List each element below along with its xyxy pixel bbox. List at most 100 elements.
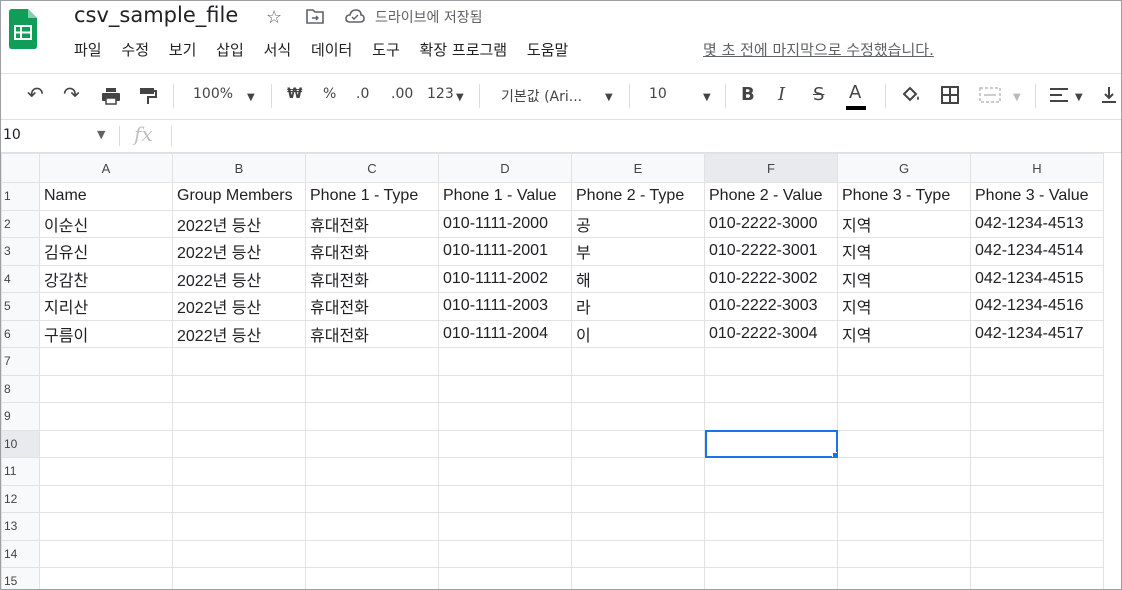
cell-f4[interactable]: 010-2222-3002 bbox=[704, 264, 838, 293]
cell-d12[interactable] bbox=[438, 484, 572, 513]
cell-d1[interactable]: Phone 1 - Value bbox=[438, 182, 572, 211]
cell-c14[interactable] bbox=[305, 539, 439, 568]
cell-b13[interactable] bbox=[172, 512, 306, 541]
cell-d15[interactable] bbox=[438, 567, 572, 589]
cell-e2[interactable]: 공 bbox=[571, 209, 705, 238]
cell-e4[interactable]: 해 bbox=[571, 264, 705, 293]
cell-f2[interactable]: 010-2222-3000 bbox=[704, 209, 838, 238]
cloud-saved-icon[interactable] bbox=[345, 9, 365, 23]
column-header-g[interactable]: G bbox=[837, 153, 971, 183]
cell-b12[interactable] bbox=[172, 484, 306, 513]
chevron-down-icon[interactable]: ▼ bbox=[703, 92, 711, 103]
cell-a6[interactable]: 구름이 bbox=[39, 319, 173, 348]
cell-a4[interactable]: 강감찬 bbox=[39, 264, 173, 293]
cell-e10[interactable] bbox=[571, 429, 705, 458]
cell-g12[interactable] bbox=[837, 484, 971, 513]
column-header-h[interactable]: H bbox=[970, 153, 1104, 183]
name-box[interactable]: 10 bbox=[3, 127, 21, 143]
cell-a8[interactable] bbox=[39, 374, 173, 403]
cell-e1[interactable]: Phone 2 - Type bbox=[571, 182, 705, 211]
cell-f8[interactable] bbox=[704, 374, 838, 403]
fill-color-icon[interactable] bbox=[901, 85, 921, 105]
cell-b1[interactable]: Group Members bbox=[172, 182, 306, 211]
cell-h8[interactable] bbox=[970, 374, 1104, 403]
chevron-down-icon[interactable]: ▼ bbox=[456, 92, 464, 103]
cell-c2[interactable]: 휴대전화 bbox=[305, 209, 439, 238]
cell-d13[interactable] bbox=[438, 512, 572, 541]
cell-e7[interactable] bbox=[571, 347, 705, 376]
row-header[interactable]: 9 bbox=[1, 402, 40, 431]
row-header[interactable]: 1 bbox=[1, 182, 40, 211]
row-header[interactable]: 2 bbox=[1, 209, 40, 238]
cell-e15[interactable] bbox=[571, 567, 705, 589]
cell-b4[interactable]: 2022년 등산 bbox=[172, 264, 306, 293]
cell-h6[interactable]: 042-1234-4517 bbox=[970, 319, 1104, 348]
row-header[interactable]: 7 bbox=[1, 347, 40, 376]
cell-a15[interactable] bbox=[39, 567, 173, 589]
cell-b11[interactable] bbox=[172, 457, 306, 486]
row-header[interactable]: 13 bbox=[1, 512, 40, 541]
cell-c15[interactable] bbox=[305, 567, 439, 589]
print-icon[interactable] bbox=[101, 87, 121, 105]
font-select[interactable]: 기본값 (Ari... bbox=[501, 86, 582, 106]
chevron-down-icon[interactable]: ▼ bbox=[605, 92, 613, 103]
cell-b15[interactable] bbox=[172, 567, 306, 589]
cell-e14[interactable] bbox=[571, 539, 705, 568]
chevron-down-icon[interactable]: ▼ bbox=[1013, 92, 1021, 103]
undo-icon[interactable]: ↶ bbox=[27, 82, 44, 106]
move-folder-icon[interactable] bbox=[306, 8, 324, 24]
cell-h7[interactable] bbox=[970, 347, 1104, 376]
cell-c5[interactable]: 휴대전화 bbox=[305, 292, 439, 321]
chevron-down-icon[interactable]: ▼ bbox=[1075, 92, 1083, 103]
cell-a5[interactable]: 지리산 bbox=[39, 292, 173, 321]
cell-f7[interactable] bbox=[704, 347, 838, 376]
chevron-down-icon[interactable]: ▼ bbox=[247, 92, 255, 103]
cell-g5[interactable]: 지역 bbox=[837, 292, 971, 321]
column-header-c[interactable]: C bbox=[305, 153, 439, 183]
cell-g14[interactable] bbox=[837, 539, 971, 568]
increase-decimal-button[interactable]: .00 bbox=[391, 86, 413, 102]
cell-f11[interactable] bbox=[704, 457, 838, 486]
cell-b10[interactable] bbox=[172, 429, 306, 458]
cell-c11[interactable] bbox=[305, 457, 439, 486]
fill-handle[interactable] bbox=[832, 452, 837, 457]
cell-g11[interactable] bbox=[837, 457, 971, 486]
menu-insert[interactable]: 삽입 bbox=[216, 41, 244, 59]
cell-h4[interactable]: 042-1234-4515 bbox=[970, 264, 1104, 293]
zoom-select[interactable]: 100% bbox=[193, 86, 233, 102]
row-header[interactable]: 15 bbox=[1, 567, 40, 589]
merge-cells-icon[interactable] bbox=[979, 87, 1001, 103]
cell-b9[interactable] bbox=[172, 402, 306, 431]
cell-g4[interactable]: 지역 bbox=[837, 264, 971, 293]
cell-a14[interactable] bbox=[39, 539, 173, 568]
star-icon[interactable]: ☆ bbox=[266, 7, 282, 28]
cell-b8[interactable] bbox=[172, 374, 306, 403]
row-header[interactable]: 8 bbox=[1, 374, 40, 403]
cell-a7[interactable] bbox=[39, 347, 173, 376]
strikethrough-icon[interactable]: S bbox=[813, 84, 824, 105]
cell-e5[interactable]: 라 bbox=[571, 292, 705, 321]
last-edit-link[interactable]: 몇 초 전에 마지막으로 수정했습니다. bbox=[703, 39, 934, 60]
cell-d9[interactable] bbox=[438, 402, 572, 431]
cell-c12[interactable] bbox=[305, 484, 439, 513]
bold-icon[interactable]: B bbox=[741, 84, 755, 105]
cell-f15[interactable] bbox=[704, 567, 838, 589]
cell-b5[interactable]: 2022년 등산 bbox=[172, 292, 306, 321]
menu-format[interactable]: 서식 bbox=[264, 41, 292, 59]
column-header-a[interactable]: A bbox=[39, 153, 173, 183]
cell-e6[interactable]: 이 bbox=[571, 319, 705, 348]
cell-a11[interactable] bbox=[39, 457, 173, 486]
cell-a9[interactable] bbox=[39, 402, 173, 431]
cell-g7[interactable] bbox=[837, 347, 971, 376]
column-header-b[interactable]: B bbox=[172, 153, 306, 183]
cell-d7[interactable] bbox=[438, 347, 572, 376]
cell-f14[interactable] bbox=[704, 539, 838, 568]
cell-a1[interactable]: Name bbox=[39, 182, 173, 211]
menu-view[interactable]: 보기 bbox=[169, 41, 197, 59]
redo-icon[interactable]: ↷ bbox=[63, 82, 80, 106]
cell-h14[interactable] bbox=[970, 539, 1104, 568]
cell-c10[interactable] bbox=[305, 429, 439, 458]
cell-f5[interactable]: 010-2222-3003 bbox=[704, 292, 838, 321]
menu-data[interactable]: 데이터 bbox=[311, 41, 352, 59]
more-formats-button[interactable]: 123 bbox=[427, 86, 454, 102]
